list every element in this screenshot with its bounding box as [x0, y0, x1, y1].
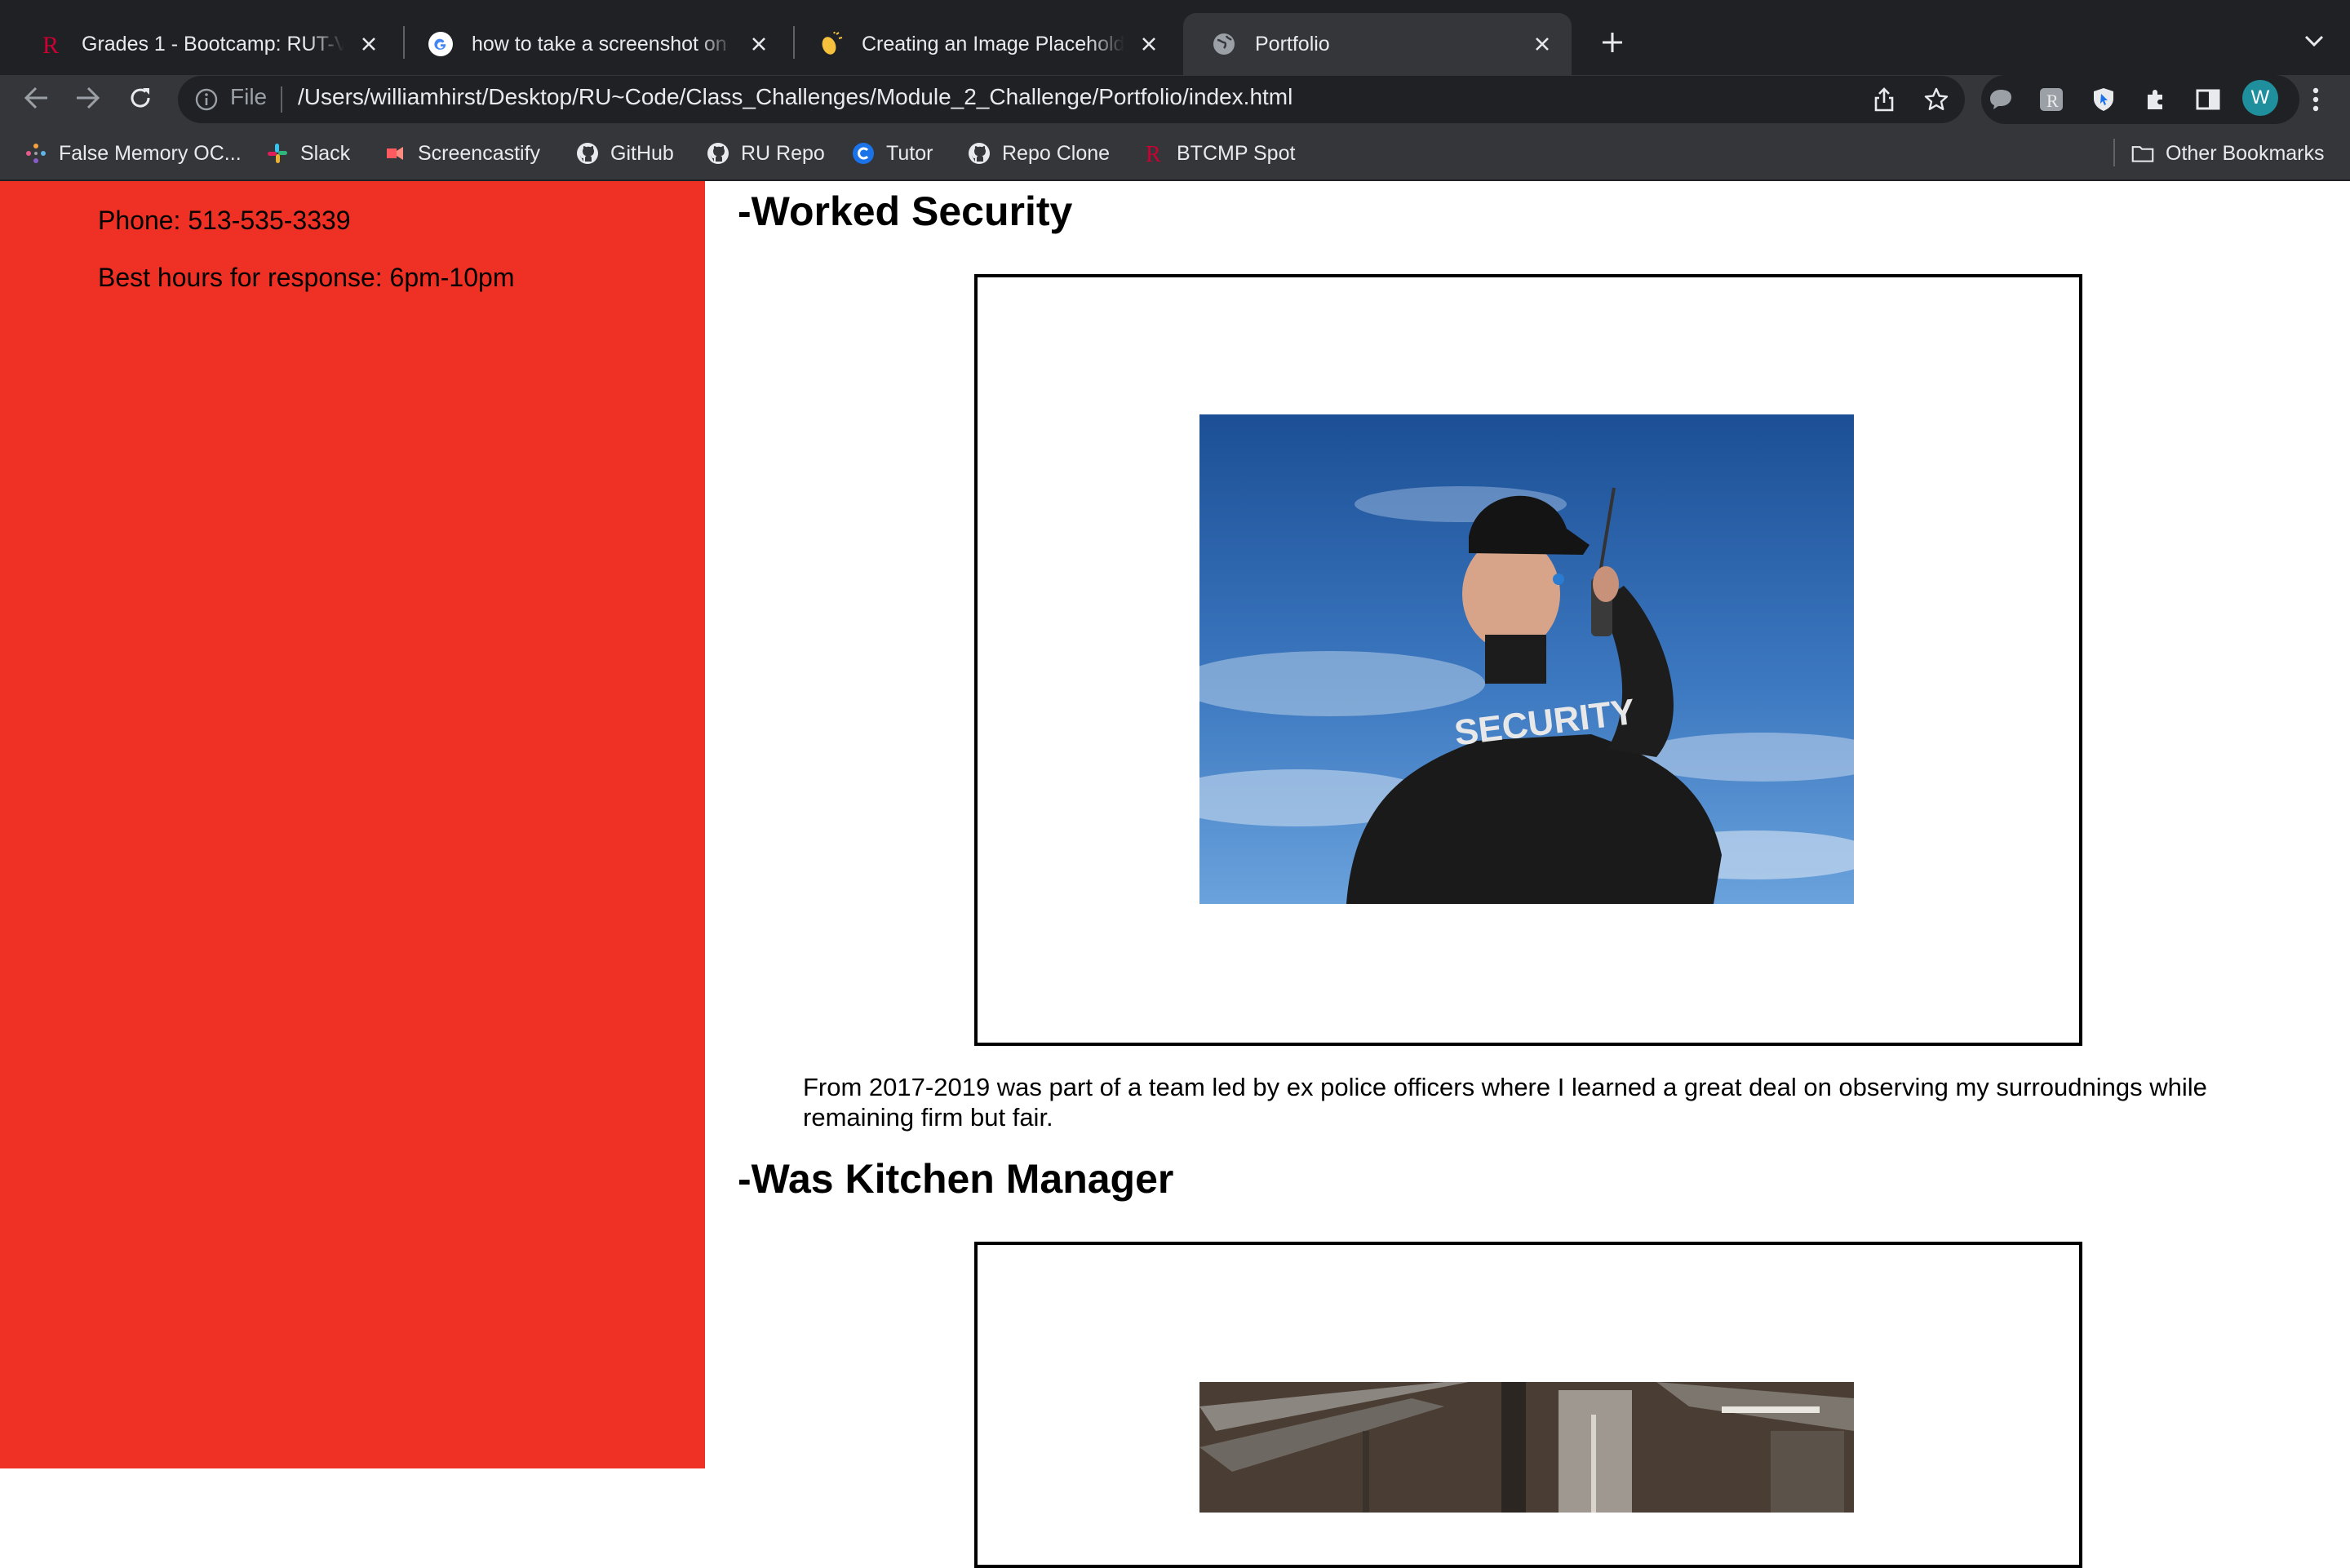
scheme-label: File — [230, 84, 268, 109]
globe-icon — [1211, 31, 1237, 57]
google-icon — [428, 31, 454, 57]
tab-google-search[interactable]: how to take a screenshot on mac — [400, 13, 788, 75]
more-menu-button[interactable] — [2299, 82, 2332, 117]
portfolio-main: -Worked Security SECURITY From 2017-2019… — [705, 181, 2350, 1568]
bookmark-btcmp-spot[interactable]: R BTCMP Spot — [1142, 139, 1295, 168]
close-icon[interactable] — [746, 31, 772, 57]
contact-sidebar: Phone: 513-535-3339 Best hours for respo… — [0, 181, 705, 1468]
bookmark-repo-clone[interactable]: Repo Clone — [968, 139, 1110, 168]
tab-title: Creating an Image Placeholder — [862, 32, 1124, 55]
github-icon — [968, 142, 991, 165]
bookmark-github[interactable]: GitHub — [576, 139, 674, 168]
bookmark-tutor[interactable]: Tutor — [852, 139, 933, 168]
tab-strip: R Grades 1 - Bootcamp: RUT-VIRT how to t… — [0, 0, 2350, 75]
address-divider — [281, 86, 282, 113]
puzzle-icon[interactable] — [2138, 82, 2174, 117]
image-frame — [974, 1242, 2082, 1568]
profile-avatar[interactable]: W — [2242, 80, 2278, 116]
tab-portfolio[interactable]: Portfolio — [1183, 13, 1572, 75]
svg-text:R: R — [2046, 91, 2059, 111]
tutor-icon — [852, 142, 875, 165]
kitchen-image — [1199, 1382, 1854, 1513]
rutgers-r-icon: R — [1142, 142, 1165, 166]
bookmarks-divider — [2113, 139, 2115, 166]
arrow-right-icon — [77, 86, 100, 109]
back-button[interactable] — [18, 80, 54, 116]
section-description-security: From 2017-2019 was part of a team led by… — [803, 1073, 2207, 1132]
section-heading-kitchen: -Was Kitchen Manager — [738, 1156, 1174, 1202]
tab-title: Grades 1 - Bootcamp: RUT-VIRT — [82, 32, 344, 55]
close-icon[interactable] — [1136, 31, 1162, 57]
chevron-down-icon — [2304, 35, 2324, 47]
arrow-left-icon — [24, 86, 47, 109]
tab-title: Portfolio — [1255, 32, 1330, 55]
kebab-menu-icon — [2312, 87, 2319, 112]
forward-button[interactable] — [70, 80, 106, 116]
side-panel-icon[interactable] — [2190, 82, 2226, 117]
bookmark-label: GitHub — [610, 141, 674, 165]
bookmark-label: RU Repo — [741, 141, 825, 165]
slack-icon — [266, 142, 289, 165]
tab-search-button[interactable] — [2298, 24, 2330, 57]
tab-title: how to take a screenshot on mac — [472, 32, 734, 55]
close-icon[interactable] — [356, 31, 382, 57]
shield-extension-icon[interactable] — [2086, 82, 2122, 117]
tab-grades[interactable]: R Grades 1 - Bootcamp: RUT-VIRT — [10, 13, 398, 75]
github-icon — [576, 142, 599, 165]
reload-button[interactable] — [122, 80, 158, 116]
bookmark-screencastify[interactable]: Screencastify — [384, 139, 540, 168]
tab-image-placeholder[interactable]: Creating an Image Placeholder — [790, 13, 1178, 75]
github-icon — [707, 142, 729, 165]
image-frame: SECURITY — [974, 274, 2082, 1046]
bookmark-label: Other Bookmarks — [2166, 141, 2325, 165]
star-icon[interactable] — [1921, 84, 1952, 115]
plus-icon — [1603, 33, 1622, 52]
contact-hours: Best hours for response: 6pm-10pm — [98, 263, 515, 292]
screencastify-icon — [384, 142, 406, 165]
bookmark-label: Repo Clone — [1002, 141, 1111, 165]
other-bookmarks-folder[interactable]: Other Bookmarks — [2131, 139, 2325, 168]
chat-bubble-extension-icon[interactable] — [1983, 82, 2019, 117]
reload-icon — [131, 88, 150, 108]
section-heading-security: -Worked Security — [738, 188, 1073, 234]
info-icon[interactable] — [193, 86, 220, 113]
dots-grid-icon — [24, 142, 47, 165]
bookmark-label: BTCMP Spot — [1177, 141, 1296, 165]
url-text[interactable]: /Users/williamhirst/Desktop/RU~Code/Clas… — [298, 84, 1292, 110]
svg-text:R: R — [1146, 142, 1161, 166]
security-guard-image: SECURITY — [1199, 414, 1854, 904]
contact-phone: Phone: 513-535-3339 — [98, 206, 351, 235]
new-tab-button[interactable] — [1594, 24, 1630, 60]
bookmark-label: Screencastify — [418, 141, 541, 165]
bookmark-label: Tutor — [886, 141, 933, 165]
folder-icon — [2131, 142, 2154, 165]
rutgers-extension-icon[interactable]: R — [2033, 82, 2069, 117]
rutgers-r-icon: R — [38, 31, 64, 57]
bookmark-ru-repo[interactable]: RU Repo — [707, 139, 825, 168]
bookmark-label: Slack — [300, 141, 351, 165]
bookmark-label: False Memory OC... — [59, 141, 242, 165]
bookmark-false-memory[interactable]: False Memory OC... — [24, 139, 242, 168]
svg-text:R: R — [42, 32, 59, 56]
bookmark-slack[interactable]: Slack — [266, 139, 350, 168]
share-icon[interactable] — [1869, 84, 1900, 115]
clapping-hands-icon — [818, 31, 844, 57]
close-icon[interactable] — [1529, 31, 1555, 57]
